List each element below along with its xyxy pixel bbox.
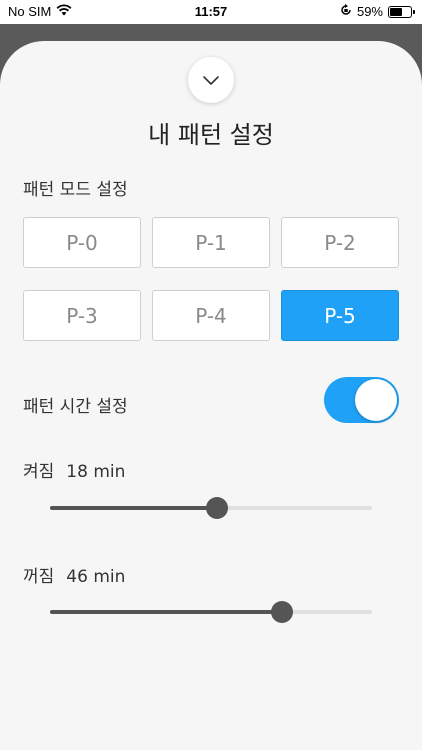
orientation-lock-icon: [340, 4, 352, 19]
mode-button-p4[interactable]: P-4: [152, 290, 270, 341]
status-right: 59%: [340, 4, 415, 19]
off-slider-thumb[interactable]: [270, 601, 293, 623]
on-label: 켜짐: [23, 462, 55, 482]
battery-percent: 59%: [356, 4, 383, 19]
chevron-down-icon: [203, 71, 219, 90]
off-slider-fill: [50, 610, 282, 614]
pattern-time-toggle[interactable]: [324, 377, 399, 423]
collapse-button[interactable]: [188, 57, 234, 103]
battery-icon: [388, 5, 415, 18]
on-slider-thumb[interactable]: [206, 497, 229, 519]
mode-button-p0[interactable]: P-0: [23, 217, 141, 268]
off-label: 꺼짐: [23, 567, 55, 587]
page-title: 내 패턴 설정: [148, 121, 274, 149]
off-duration-slider[interactable]: [50, 601, 372, 623]
toggle-knob: [355, 379, 397, 421]
mode-button-p2[interactable]: P-2: [281, 217, 399, 268]
pattern-settings-sheet: 내 패턴 설정 패턴 모드 설정 P-0 P-1 P-2 P-3 P-4 P-5…: [0, 41, 422, 750]
on-slider-fill: [50, 506, 218, 510]
status-bar: No SIM 11:57 59%: [0, 0, 422, 24]
battery-level: [390, 7, 402, 16]
mode-button-p1[interactable]: P-1: [152, 217, 270, 268]
on-value: 18 min: [66, 462, 126, 482]
pattern-mode-label: 패턴 모드 설정: [23, 180, 128, 200]
on-duration-slider[interactable]: [50, 497, 372, 519]
off-slider-label-row: 꺼짐 46 min: [23, 562, 125, 587]
on-slider-label-row: 켜짐 18 min: [23, 457, 125, 482]
pattern-time-label: 패턴 시간 설정: [23, 397, 128, 417]
off-value: 46 min: [66, 567, 126, 587]
mode-button-p5[interactable]: P-5: [281, 290, 399, 341]
mode-button-p3[interactable]: P-3: [23, 290, 141, 341]
